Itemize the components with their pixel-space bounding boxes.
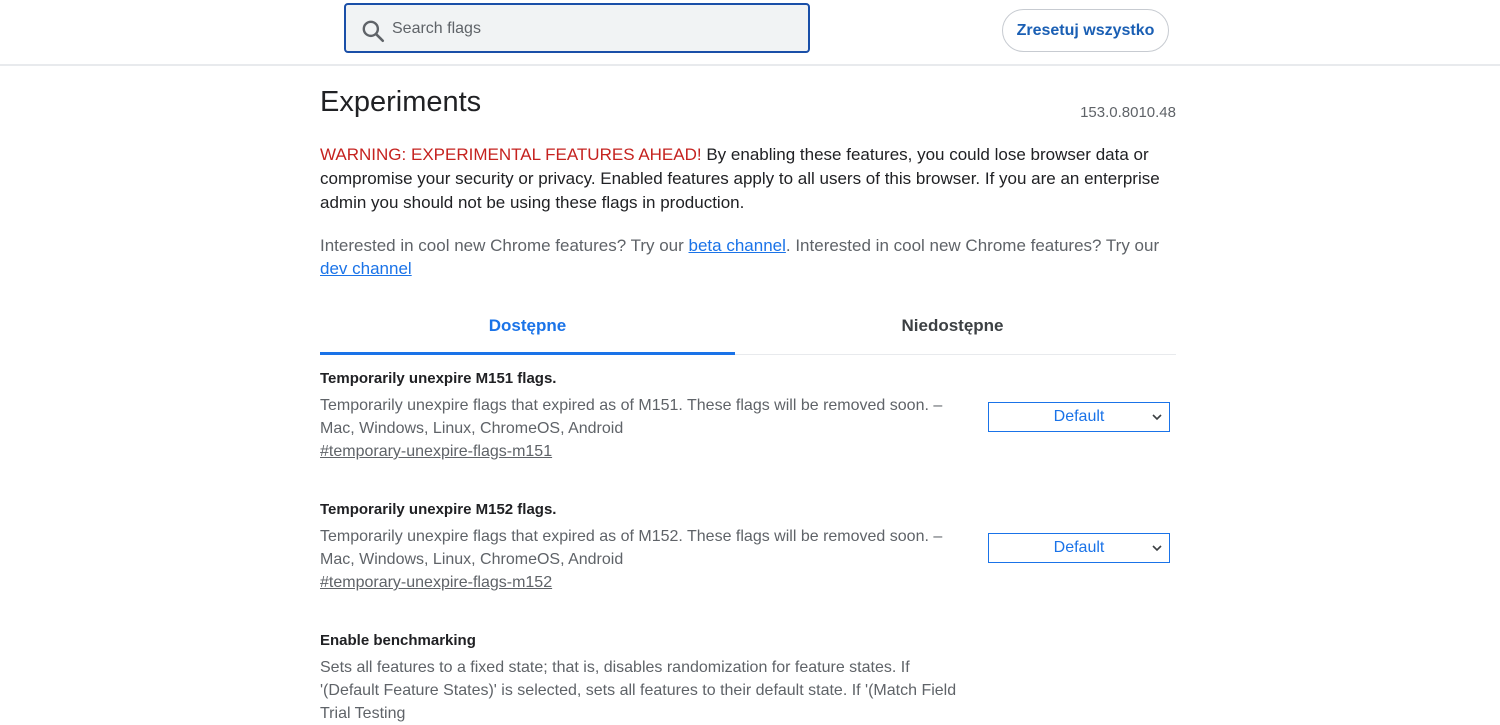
- tab-available[interactable]: Dostępne: [320, 306, 735, 355]
- flag-title: Temporarily unexpire M152 flags.: [320, 501, 557, 518]
- flag-description: Temporarily unexpire flags that expired …: [320, 397, 943, 437]
- search-icon: [362, 20, 385, 43]
- chevron-down-icon: [1152, 414, 1162, 421]
- search-box[interactable]: [344, 3, 810, 53]
- page-title: Experiments: [320, 86, 482, 118]
- flag-state-value: Default: [1053, 408, 1105, 425]
- flag-anchor-link[interactable]: #temporary-unexpire-flags-m152: [320, 574, 552, 592]
- beta-channel-link[interactable]: beta channel: [689, 236, 786, 255]
- header-bar: Zresetuj wszystko: [0, 0, 1500, 66]
- flag-description: Sets all features to a fixed state; that…: [320, 659, 957, 722]
- flag-anchor-link[interactable]: #temporary-unexpire-flags-m151: [320, 443, 552, 461]
- flag-title: Enable benchmarking: [320, 632, 476, 649]
- dev-channel-link[interactable]: dev channel: [320, 259, 412, 278]
- flag-title: Temporarily unexpire M151 flags.: [320, 370, 557, 387]
- flag-item-m151: Temporarily unexpire M151 flags. Tempora…: [320, 368, 1176, 461]
- flag-item-benchmarking: Enable benchmarking Sets all features to…: [320, 630, 1176, 725]
- flag-state-select[interactable]: Default: [988, 533, 1170, 563]
- channel-promo: Interested in cool new Chrome features? …: [320, 234, 1176, 280]
- flag-state-select[interactable]: Default: [988, 402, 1170, 432]
- reset-all-button[interactable]: Zresetuj wszystko: [1002, 9, 1169, 52]
- search-input[interactable]: [390, 5, 794, 53]
- tab-bar: Dostępne Niedostępne: [320, 306, 1176, 355]
- flag-description: Temporarily unexpire flags that expired …: [320, 528, 943, 568]
- flag-state-value: Default: [1053, 539, 1105, 556]
- tab-unavailable[interactable]: Niedostępne: [745, 306, 1160, 352]
- channel-text-2: . Interested in cool new Chrome features…: [785, 236, 1160, 255]
- flag-item-m152: Temporarily unexpire M152 flags. Tempora…: [320, 499, 1176, 592]
- channel-text-1: Interested in cool new Chrome features? …: [320, 236, 689, 255]
- version-label: 153.0.8010.48: [1080, 104, 1176, 121]
- chevron-down-icon: [1152, 545, 1162, 552]
- warning-message: WARNING: EXPERIMENTAL FEATURES AHEAD! By…: [320, 143, 1176, 215]
- warning-heading: WARNING: EXPERIMENTAL FEATURES AHEAD!: [320, 145, 702, 164]
